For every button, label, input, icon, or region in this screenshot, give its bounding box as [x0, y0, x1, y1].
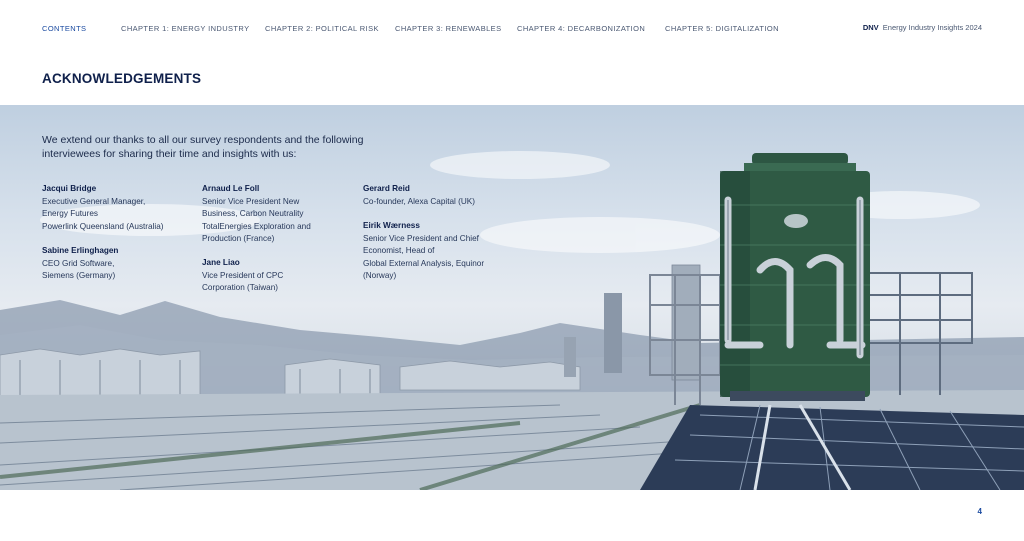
person-gerard-reid: Gerard Reid Co-founder, Alexa Capital (U… [363, 183, 523, 208]
nav-chapter-4[interactable]: CHAPTER 4: DECARBONIZATION [517, 24, 645, 33]
top-navigation: CONTENTS CHAPTER 1: ENERGY INDUSTRY CHAP… [0, 0, 1024, 56]
hero-image [0, 105, 1024, 490]
person-arnaud-le-foll: Arnaud Le Foll Senior Vice President New… [202, 183, 352, 246]
person-name: Gerard Reid [363, 184, 410, 193]
brand: DNV Energy Industry Insights 2024 [863, 23, 982, 32]
person-sabine-erlinghagen: Sabine Erlinghagen CEO Grid Software, Si… [42, 245, 192, 283]
dnv-logo: DNV [862, 23, 879, 32]
person-jacqui-bridge: Jacqui Bridge Executive General Manager,… [42, 183, 192, 233]
person-name: Jane Liao [202, 258, 240, 267]
person-name: Arnaud Le Foll [202, 184, 260, 193]
person-role: Vice President of CPC Corporation (Taiwa… [202, 270, 284, 293]
person-name: Sabine Erlinghagen [42, 246, 119, 255]
nav-chapter-5[interactable]: CHAPTER 5: DIGITALIZATION [665, 24, 779, 33]
industrial-landscape-illustration [0, 151, 1024, 490]
person-role: Co-founder, Alexa Capital (UK) [363, 196, 475, 206]
person-jane-liao: Jane Liao Vice President of CPC Corporat… [202, 257, 352, 295]
nav-contents[interactable]: CONTENTS [42, 24, 86, 33]
nav-chapter-2[interactable]: CHAPTER 2: POLITICAL RISK [265, 24, 379, 33]
person-role: Senior Vice President New Business, Carb… [202, 196, 311, 244]
page-number: 4 [977, 507, 982, 516]
nav-chapter-1[interactable]: CHAPTER 1: ENERGY INDUSTRY [121, 24, 249, 33]
person-role: Executive General Manager, Energy Future… [42, 196, 164, 231]
person-name: Jacqui Bridge [42, 184, 97, 193]
person-name: Eirik Wærness [363, 221, 420, 230]
person-role: Senior Vice President and Chief Economis… [363, 233, 485, 281]
intro-text: We extend our thanks to all our survey r… [42, 134, 364, 160]
nav-chapter-3[interactable]: CHAPTER 3: RENEWABLES [395, 24, 501, 33]
person-eirik-waerness: Eirik Wærness Senior Vice President and … [363, 220, 523, 283]
person-role: CEO Grid Software, Siemens (Germany) [42, 258, 116, 281]
publication-title: Energy Industry Insights 2024 [882, 23, 982, 32]
page-title: ACKNOWLEDGEMENTS [42, 71, 202, 86]
